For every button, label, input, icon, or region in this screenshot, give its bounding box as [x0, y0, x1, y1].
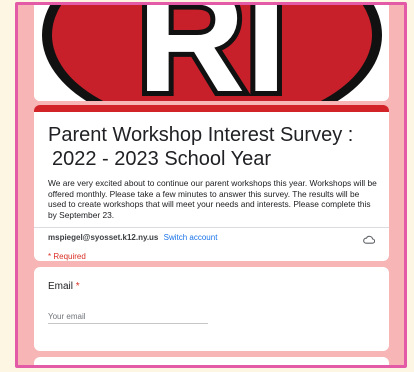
page-frame: RI Parent Workshop Interest Survey : 202… — [15, 2, 407, 368]
account-row: mspiegel@syosset.k12.ny.us Switch accoun… — [48, 233, 217, 242]
required-asterisk: * — [75, 281, 80, 292]
email-input[interactable] — [48, 309, 208, 324]
form-header-card: Parent Workshop Interest Survey : 2022 -… — [34, 105, 389, 261]
school-logo: RI — [34, 5, 389, 101]
header-banner-image: RI — [34, 5, 389, 101]
question-card-email: Email * — [34, 267, 389, 351]
next-question-card — [34, 357, 389, 365]
email-question-text: Email — [48, 281, 74, 292]
email-question-label: Email * — [48, 281, 80, 292]
header-divider — [34, 227, 389, 228]
required-note: * Required — [48, 252, 86, 261]
form-description: We are very excited about to continue ou… — [48, 178, 377, 220]
form-title: Parent Workshop Interest Survey : 2022 -… — [48, 123, 378, 171]
cloud-save-icon — [363, 231, 376, 249]
switch-account-link[interactable]: Switch account — [164, 233, 218, 242]
form-title-line1: Parent Workshop Interest Survey : — [48, 124, 354, 146]
account-email: mspiegel@syosset.k12.ny.us — [48, 233, 159, 242]
logo-letters: RI — [137, 5, 287, 101]
form-title-line2: 2022 - 2023 School Year — [52, 148, 272, 170]
